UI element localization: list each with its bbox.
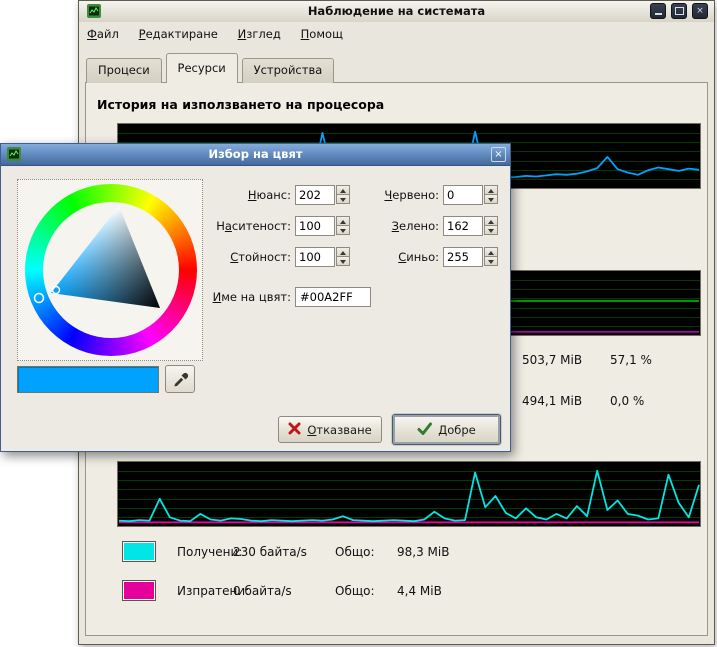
- green-label: Зелено:: [351, 219, 439, 233]
- sent-total-label: Общо:: [335, 584, 375, 598]
- hue-spinner: [336, 185, 350, 205]
- cpu-section-title: История на използването на процесора: [97, 97, 384, 112]
- tab-processes[interactable]: Процеси: [86, 58, 162, 83]
- close-icon: ×: [696, 6, 704, 16]
- green-input[interactable]: [443, 216, 483, 236]
- hue-marker[interactable]: [35, 294, 44, 303]
- menu-help[interactable]: Помощ: [293, 22, 351, 45]
- cancel-button[interactable]: Отказване: [278, 416, 382, 443]
- blue-input[interactable]: [443, 247, 483, 267]
- spin-down-button[interactable]: [484, 225, 498, 235]
- desktop: { "main_window": { "title": "Наблюдение …: [0, 0, 717, 647]
- dialog-close-button[interactable]: ×: [491, 147, 506, 162]
- close-button[interactable]: ×: [692, 3, 708, 19]
- received-rate: 230 байта/s: [233, 545, 307, 559]
- spin-down-button[interactable]: [484, 194, 498, 204]
- red-spinner: [484, 185, 498, 205]
- current-color-swatch: [17, 366, 159, 393]
- sent-color-swatch[interactable]: [122, 580, 156, 601]
- red-input[interactable]: [443, 185, 483, 205]
- minimize-icon: [655, 4, 662, 15]
- close-icon: ×: [494, 149, 502, 160]
- received-total-label: Общо:: [335, 545, 375, 559]
- color-name-input[interactable]: [295, 287, 371, 307]
- maximize-button[interactable]: [671, 3, 687, 19]
- red-label: Червено:: [351, 188, 439, 202]
- green-spinner: [484, 216, 498, 236]
- swap-percent: 0,0 %: [610, 394, 644, 408]
- main-titlebar[interactable]: Наблюдение на системата ×: [79, 1, 714, 23]
- hue-label: Нюанс:: [171, 188, 291, 202]
- eyedropper-button[interactable]: [165, 365, 195, 393]
- cancel-icon: [288, 422, 301, 438]
- window-title: Наблюдение на системата: [79, 4, 714, 18]
- swap-amount: 494,1 MiB: [522, 394, 582, 408]
- hue-input[interactable]: [295, 185, 335, 205]
- color-name-label: Име на цвят:: [171, 290, 291, 304]
- saturation-spinner: [336, 216, 350, 236]
- dialog-title: Избор на цвят: [1, 147, 510, 161]
- ok-icon: [417, 422, 432, 438]
- maximize-icon: [675, 7, 684, 15]
- cancel-button-label: Отказване: [307, 423, 371, 437]
- received-total: 98,3 MiB: [397, 545, 449, 559]
- received-color-swatch[interactable]: [122, 541, 156, 562]
- menubar: Файл Редактиране Изглед Помощ: [79, 22, 714, 47]
- blue-spinner: [484, 247, 498, 267]
- tab-devices[interactable]: Устройства: [242, 58, 335, 83]
- saturation-value-triangle[interactable]: [18, 180, 204, 362]
- saturation-input[interactable]: [295, 216, 335, 236]
- saturation-label: Наситеност:: [171, 219, 291, 233]
- spin-down-button[interactable]: [336, 225, 350, 235]
- color-picker-dialog: Избор на цвят ×: [0, 143, 511, 452]
- spin-down-button[interactable]: [336, 256, 350, 266]
- spin-down-button[interactable]: [336, 194, 350, 204]
- blue-label: Синьо:: [351, 250, 439, 264]
- ok-button[interactable]: Добре: [392, 414, 501, 445]
- sent-total: 4,4 MiB: [397, 584, 442, 598]
- menu-file[interactable]: Файл: [79, 22, 127, 45]
- eyedropper-icon: [171, 369, 189, 390]
- tab-bar: Процеси Ресурси Устройства: [86, 53, 334, 83]
- memory-percent: 57,1 %: [610, 353, 652, 367]
- tab-resources[interactable]: Ресурси: [166, 53, 238, 83]
- dialog-titlebar[interactable]: Избор на цвят ×: [1, 144, 510, 166]
- value-spinner: [336, 247, 350, 267]
- spin-down-button[interactable]: [484, 256, 498, 266]
- minimize-button[interactable]: [650, 3, 666, 19]
- sent-rate: 0 байта/s: [233, 584, 292, 598]
- value-label: Стойност:: [171, 250, 291, 264]
- memory-amount: 503,7 MiB: [522, 353, 582, 367]
- ok-button-label: Добре: [438, 423, 476, 437]
- value-input[interactable]: [295, 247, 335, 267]
- network-history-chart: [117, 461, 701, 527]
- menu-edit[interactable]: Редактиране: [131, 22, 226, 45]
- menu-view[interactable]: Изглед: [230, 22, 289, 45]
- color-wheel-panel: [17, 179, 203, 361]
